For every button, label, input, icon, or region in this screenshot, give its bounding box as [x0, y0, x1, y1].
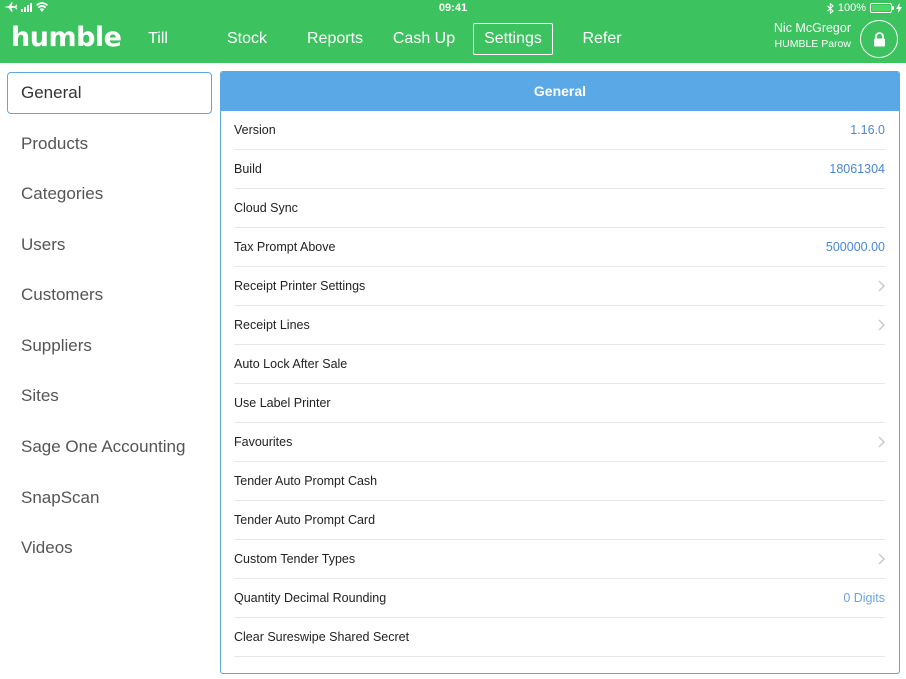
- sidebar-item-general[interactable]: General: [7, 72, 212, 114]
- nav-stock[interactable]: Stock: [222, 23, 272, 55]
- user-site: HUMBLE Parow: [774, 38, 851, 50]
- sidebar-item-customers[interactable]: Customers: [7, 274, 212, 316]
- setting-label: Tax Prompt Above: [234, 240, 336, 254]
- settings-list: Version 1.16.0 Build 18061304 Cloud Sync…: [221, 111, 899, 657]
- setting-row-custom-tender-types[interactable]: Custom Tender Types: [234, 540, 885, 579]
- setting-row-favourites[interactable]: Favourites: [234, 423, 885, 462]
- nav-settings[interactable]: Settings: [473, 23, 553, 55]
- status-right: 100%: [827, 2, 902, 14]
- setting-label: Favourites: [234, 435, 293, 449]
- nav-refer[interactable]: Refer: [577, 23, 627, 55]
- nav-cash-up[interactable]: Cash Up: [389, 23, 459, 55]
- sidebar-item-suppliers[interactable]: Suppliers: [7, 325, 212, 367]
- nav-reports[interactable]: Reports: [303, 23, 367, 55]
- setting-row-receipt-lines[interactable]: Receipt Lines: [234, 306, 885, 345]
- setting-row-tax-prompt-above[interactable]: Tax Prompt Above 500000.00: [234, 228, 885, 267]
- setting-label: Cloud Sync: [234, 201, 298, 215]
- setting-value: 500000.00: [825, 240, 885, 254]
- battery-percent: 100%: [837, 2, 866, 14]
- setting-label: Quantity Decimal Rounding: [234, 591, 387, 605]
- setting-row-tender-auto-prompt-card[interactable]: Tender Auto Prompt Card: [234, 501, 885, 540]
- setting-value: 18061304: [829, 162, 885, 176]
- user-info: Nic McGregor HUMBLE Parow: [774, 20, 851, 52]
- sidebar-item-snapscan[interactable]: SnapScan: [7, 477, 212, 519]
- status-bar: 09:41 100%: [0, 0, 906, 16]
- sidebar-item-products[interactable]: Products: [7, 123, 212, 165]
- user-name: Nic McGregor: [773, 21, 851, 35]
- chevron-right-icon: [878, 319, 885, 331]
- setting-row-clear-sureswipe-shared-secret[interactable]: Clear Sureswipe Shared Secret: [234, 618, 885, 657]
- setting-value: 0 Digits: [843, 591, 885, 605]
- setting-row-auto-lock-after-sale[interactable]: Auto Lock After Sale: [234, 345, 885, 384]
- sidebar-item-users[interactable]: Users: [7, 224, 212, 266]
- setting-label: Auto Lock After Sale: [234, 357, 348, 371]
- sidebar-item-sage-one-accounting[interactable]: Sage One Accounting: [7, 426, 212, 468]
- setting-label: Clear Sureswipe Shared Secret: [234, 630, 410, 644]
- sidebar-item-categories[interactable]: Categories: [7, 173, 212, 215]
- setting-value: 1.16.0: [850, 123, 885, 137]
- status-time: 09:41: [438, 2, 468, 14]
- battery-icon: [870, 3, 894, 13]
- charging-icon: [896, 3, 902, 13]
- chevron-right-icon: [878, 280, 885, 292]
- setting-row-quantity-decimal-rounding[interactable]: Quantity Decimal Rounding 0 Digits: [234, 579, 885, 618]
- bluetooth-icon: [827, 2, 834, 14]
- panel-title: General: [221, 72, 899, 111]
- setting-row-build[interactable]: Build 18061304: [234, 150, 885, 189]
- setting-row-cloud-sync[interactable]: Cloud Sync: [234, 189, 885, 228]
- chevron-right-icon: [878, 436, 885, 448]
- setting-label: Use Label Printer: [234, 396, 331, 410]
- lock-button[interactable]: [860, 20, 898, 58]
- setting-label: Custom Tender Types: [234, 552, 356, 566]
- app-header: 09:41 100% humble Till Stock Reports Cas…: [0, 0, 906, 63]
- setting-label: Build: [234, 162, 262, 176]
- setting-row-version[interactable]: Version 1.16.0: [234, 111, 885, 150]
- setting-label: Receipt Lines: [234, 318, 310, 332]
- chevron-right-icon: [878, 553, 885, 565]
- humble-logo[interactable]: humble: [11, 22, 122, 53]
- sidebar-item-sites[interactable]: Sites: [7, 375, 212, 417]
- setting-label: Tender Auto Prompt Cash: [234, 474, 378, 488]
- setting-label: Version: [234, 123, 276, 137]
- lock-icon: [873, 31, 885, 46]
- nav-till[interactable]: Till: [139, 23, 177, 55]
- setting-label: Receipt Printer Settings: [234, 279, 366, 293]
- setting-row-use-label-printer[interactable]: Use Label Printer: [234, 384, 885, 423]
- setting-row-tender-auto-prompt-cash[interactable]: Tender Auto Prompt Cash: [234, 462, 885, 501]
- general-settings-panel: General Version 1.16.0 Build 18061304 Cl…: [220, 71, 900, 674]
- sidebar-item-videos[interactable]: Videos: [7, 527, 212, 569]
- setting-label: Tender Auto Prompt Card: [234, 513, 376, 527]
- settings-sidebar: General Products Categories Users Custom…: [0, 63, 215, 679]
- setting-row-receipt-printer-settings[interactable]: Receipt Printer Settings: [234, 267, 885, 306]
